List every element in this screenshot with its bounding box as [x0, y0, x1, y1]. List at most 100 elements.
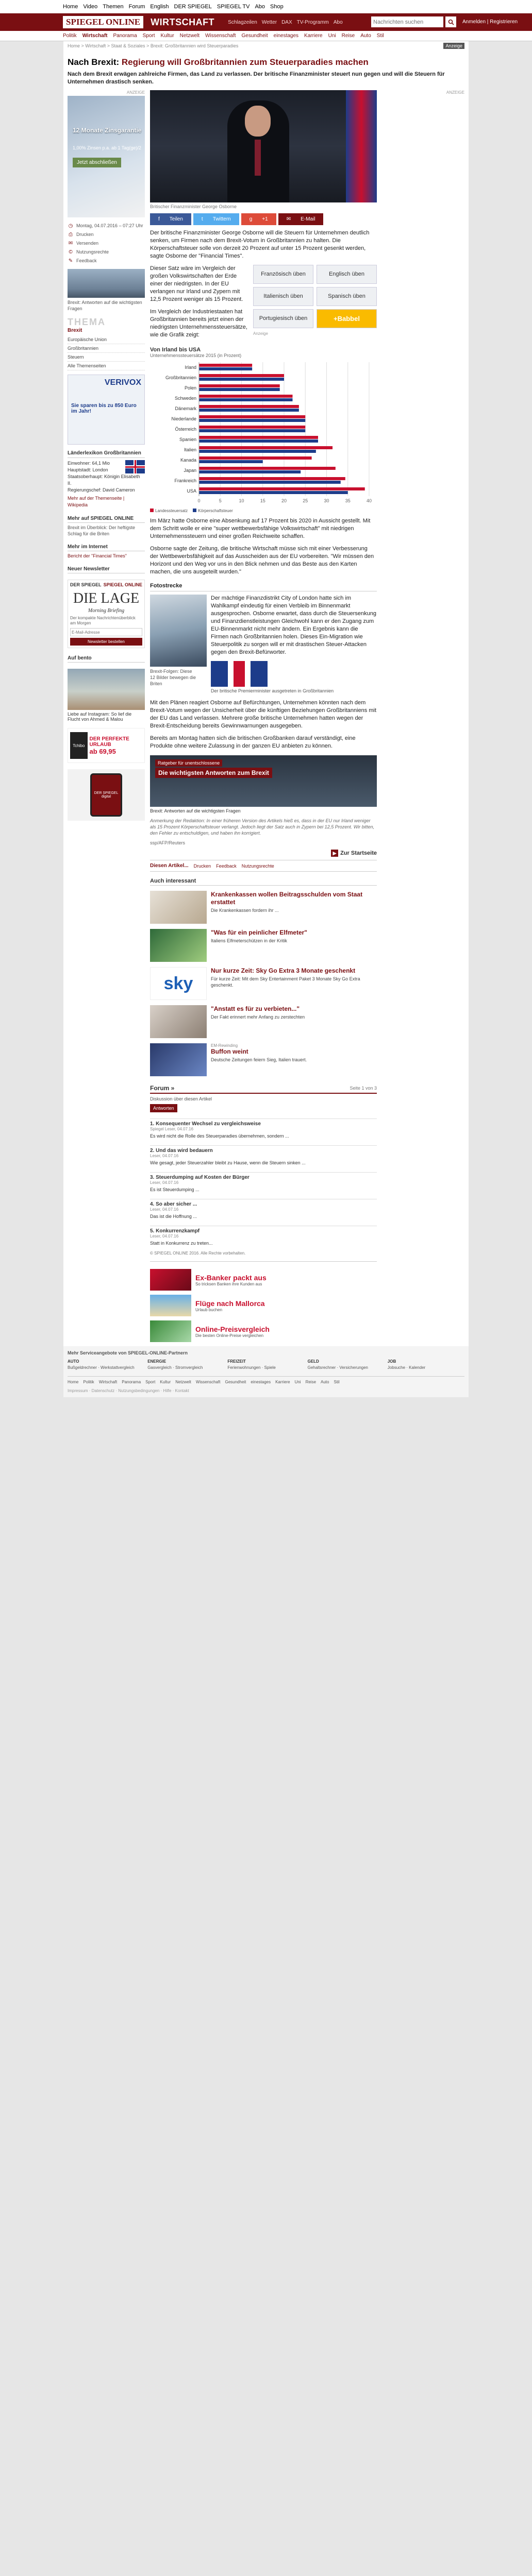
- nav-stil[interactable]: Stil: [377, 33, 384, 39]
- send-link[interactable]: ✉ Versenden: [68, 240, 145, 246]
- twitter-share-button[interactable]: t Twittern: [193, 213, 239, 225]
- post-title[interactable]: 5. Konkurrenzkampf: [150, 1228, 377, 1234]
- lang-italian-button[interactable]: Italienisch üben: [253, 287, 313, 306]
- footer-nav-item[interactable]: Karriere: [275, 1380, 290, 1384]
- spiegel-digital-ad[interactable]: DER SPIEGEL digital: [68, 769, 145, 821]
- ressort-title[interactable]: WIRTSCHAFT: [151, 17, 214, 28]
- topbar-video[interactable]: Video: [83, 4, 97, 10]
- footer-nav-item[interactable]: Wirtschaft: [99, 1380, 118, 1384]
- urlaub-ad[interactable]: Tchibo DER PERFEKTE URLAUB ab 69,95: [68, 728, 145, 763]
- footer-nav-item[interactable]: Home: [68, 1380, 78, 1384]
- offer-thumb[interactable]: [150, 1269, 191, 1291]
- topbar-shop[interactable]: Shop: [270, 4, 284, 10]
- footer-col-links[interactable]: Gasvergleich · Stromvergleich: [147, 1365, 203, 1370]
- thema-title[interactable]: Brexit: [68, 328, 145, 333]
- subnav-item[interactable]: Abo: [334, 20, 343, 25]
- thema-link[interactable]: Großbritannien: [68, 344, 145, 353]
- brexit-teaser-label[interactable]: Brexit: Antworten auf die wichtigsten Fr…: [68, 299, 145, 312]
- recommendation-title[interactable]: Krankenkassen wollen Beitragsschulden vo…: [211, 891, 377, 906]
- offer-title[interactable]: Online-Preisvergleich: [195, 1325, 270, 1333]
- offer-item[interactable]: Ex-Banker packt aus So tricksen Banken ih…: [150, 1269, 377, 1291]
- footer-col-links[interactable]: Gehaltsrechner · Versicherungen: [308, 1365, 368, 1370]
- topbar-abo[interactable]: Abo: [255, 4, 265, 10]
- recommendation-title[interactable]: "Was für ein peinlicher Elfmeter": [211, 929, 307, 937]
- thema-link[interactable]: Steuern: [68, 353, 145, 362]
- nav-auto[interactable]: Auto: [360, 33, 371, 39]
- nav-gesundheit[interactable]: Gesundheit: [242, 33, 268, 39]
- action-nutzungsrechte[interactable]: Nutzungsrechte: [242, 863, 274, 869]
- recommendation-thumb[interactable]: [150, 1005, 207, 1038]
- recommendation-title[interactable]: "Anstatt es für zu verbieten...": [211, 1005, 305, 1013]
- footer-nav-item[interactable]: Uni: [295, 1380, 301, 1384]
- lang-english-button[interactable]: Englisch üben: [317, 265, 377, 284]
- sky-logo[interactable]: sky: [150, 967, 207, 1000]
- offer-thumb[interactable]: [150, 1295, 191, 1316]
- gplus-share-button[interactable]: g +1: [241, 213, 276, 225]
- nav-politik[interactable]: Politik: [63, 33, 77, 39]
- subnav-item[interactable]: TV-Programm: [297, 20, 329, 25]
- action-drucken[interactable]: Drucken: [194, 863, 211, 869]
- footer-col-links[interactable]: Ferienwohnungen · Spiele: [227, 1365, 275, 1370]
- footer-col-links[interactable]: Bußgeldrechner · Werkstattvergleich: [68, 1365, 135, 1370]
- subnav-item[interactable]: Wetter: [262, 20, 277, 25]
- bento-caption[interactable]: Liebe auf Instagram: So lief die Flucht …: [68, 711, 145, 722]
- offer-item[interactable]: Flüge nach Mallorca Urlaub buchen: [150, 1295, 377, 1316]
- site-logo[interactable]: SPIEGEL ONLINE: [63, 16, 144, 28]
- recommendation-thumb[interactable]: [150, 1043, 207, 1076]
- nav-uni[interactable]: Uni: [328, 33, 336, 39]
- nav-wirtschaft[interactable]: Wirtschaft: [82, 33, 108, 39]
- footer-nav-item[interactable]: Reise: [306, 1380, 316, 1384]
- login-link[interactable]: Anmelden | Registrieren: [462, 19, 518, 25]
- thema-link[interactable]: Alle Themenseiten: [68, 362, 145, 370]
- search-input[interactable]: [371, 16, 443, 27]
- nutzungsrechte-link[interactable]: © Nutzungsrechte: [68, 249, 145, 255]
- recommendation-title[interactable]: Nur kurze Zeit: Sky Go Extra 3 Monate ge…: [211, 967, 377, 975]
- nav-karriere[interactable]: Karriere: [304, 33, 323, 39]
- lang-french-button[interactable]: Französisch üben: [253, 265, 313, 284]
- topbar-english[interactable]: English: [150, 4, 169, 10]
- babbel-logo[interactable]: +Babbel: [317, 309, 377, 328]
- thema-link[interactable]: Europäische Union: [68, 335, 145, 344]
- feedback-link[interactable]: ✎ Feedback: [68, 258, 145, 264]
- bento-teaser[interactable]: Liebe auf Instagram: So lief die Flucht …: [68, 669, 145, 722]
- brexit-teaser-image[interactable]: [68, 269, 145, 298]
- recommendation-thumb[interactable]: [150, 929, 207, 962]
- internet-link[interactable]: Bericht der "Financial Times": [68, 553, 145, 559]
- topbar-themen[interactable]: Themen: [103, 4, 123, 10]
- mehr-link[interactable]: Brexit im Überblick: Der heftigste Schla…: [68, 524, 145, 537]
- offer-title[interactable]: Flüge nach Mallorca: [195, 1299, 265, 1308]
- lang-portuguese-button[interactable]: Portugiesisch üben: [253, 309, 313, 328]
- brexit-faq-teaser[interactable]: Ratgeber für unentschlossene Die wichtig…: [150, 755, 377, 807]
- nav-sport[interactable]: Sport: [143, 33, 155, 39]
- nav-kultur[interactable]: Kultur: [161, 33, 174, 39]
- facebook-share-button[interactable]: f Teilen: [150, 213, 191, 225]
- lexikon-more[interactable]: Mehr auf der Themenseite | Wikipedia: [68, 495, 145, 509]
- hero-image[interactable]: [150, 90, 377, 202]
- breadcrumb-path[interactable]: Home > Wirtschaft > Staat & Soziales > B…: [68, 43, 238, 48]
- topbar-home[interactable]: Home: [63, 4, 78, 10]
- footer-nav-item[interactable]: Kultur: [160, 1380, 171, 1384]
- zinsgarantie-ad[interactable]: 12 Monate Zinsgarantie 1,00% Zinsen p.a.…: [68, 96, 145, 217]
- zur-startseite-link[interactable]: ▶ Zur Startseite: [150, 850, 377, 857]
- nav-reise[interactable]: Reise: [342, 33, 355, 39]
- footer-nav-item[interactable]: Netzwelt: [175, 1380, 191, 1384]
- offer-title[interactable]: Ex-Banker packt aus: [195, 1274, 267, 1282]
- bento-image[interactable]: [68, 669, 145, 710]
- footer-nav-item[interactable]: Politik: [83, 1380, 94, 1384]
- fotostrecke-caption[interactable]: Brexit-Folgen: Diese 12 Bilder bewegen d…: [150, 668, 196, 687]
- forum-reply-button[interactable]: Antworten: [150, 1104, 177, 1112]
- recommendation-thumb[interactable]: [150, 891, 207, 924]
- print-link[interactable]: ⎙ Drucken: [68, 231, 145, 238]
- forum-pagination[interactable]: Seite 1 von 3: [350, 1086, 377, 1091]
- recommendation-title[interactable]: Buffon weint: [211, 1048, 307, 1056]
- post-title[interactable]: 2. Und das wird bedauern: [150, 1148, 377, 1154]
- footer-nav-item[interactable]: Sport: [145, 1380, 155, 1384]
- lang-spanish-button[interactable]: Spanisch üben: [317, 287, 377, 306]
- recommendation-item[interactable]: "Was für ein peinlicher Elfmeter" Italien…: [150, 929, 377, 962]
- recommendation-item[interactable]: Krankenkassen wollen Beitragsschulden vo…: [150, 891, 377, 924]
- search-icon[interactable]: [445, 16, 456, 27]
- nav-einestages[interactable]: einestages: [274, 33, 298, 39]
- footer-meta[interactable]: Impressum · Datenschutz · Nutzungsbeding…: [68, 1388, 464, 1393]
- uk-flag-photo[interactable]: [211, 661, 268, 687]
- footer-nav-item[interactable]: Panorama: [122, 1380, 141, 1384]
